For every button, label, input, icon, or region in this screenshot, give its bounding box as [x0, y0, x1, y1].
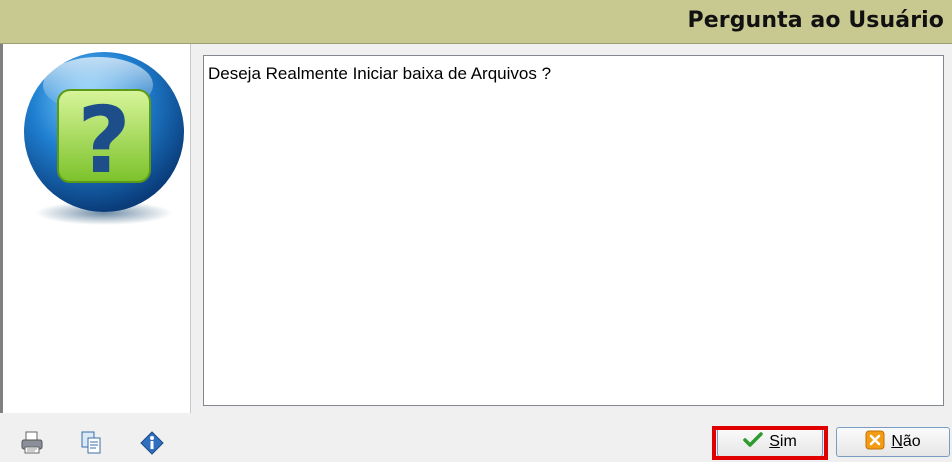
sim-button[interactable]: Sim [717, 427, 823, 457]
nao-button-label: Não [891, 433, 921, 450]
message-box: Deseja Realmente Iniciar baixa de Arquiv… [203, 55, 944, 406]
svg-text:?: ? [77, 87, 130, 194]
title-bar: Pergunta ao Usuário [0, 0, 952, 44]
nao-button[interactable]: Não [836, 427, 950, 457]
message-text: Deseja Realmente Iniciar baixa de Arquiv… [208, 64, 552, 83]
checkmark-icon [743, 431, 763, 453]
dialog-title: Pergunta ao Usuário [687, 8, 944, 33]
icon-panel: ? [0, 44, 191, 413]
copy-icon[interactable] [80, 430, 104, 456]
info-icon[interactable] [140, 430, 164, 456]
sim-button-label: Sim [769, 433, 797, 450]
printer-icon[interactable] [20, 430, 44, 456]
question-icon: ? [18, 50, 190, 230]
x-icon [865, 430, 885, 455]
